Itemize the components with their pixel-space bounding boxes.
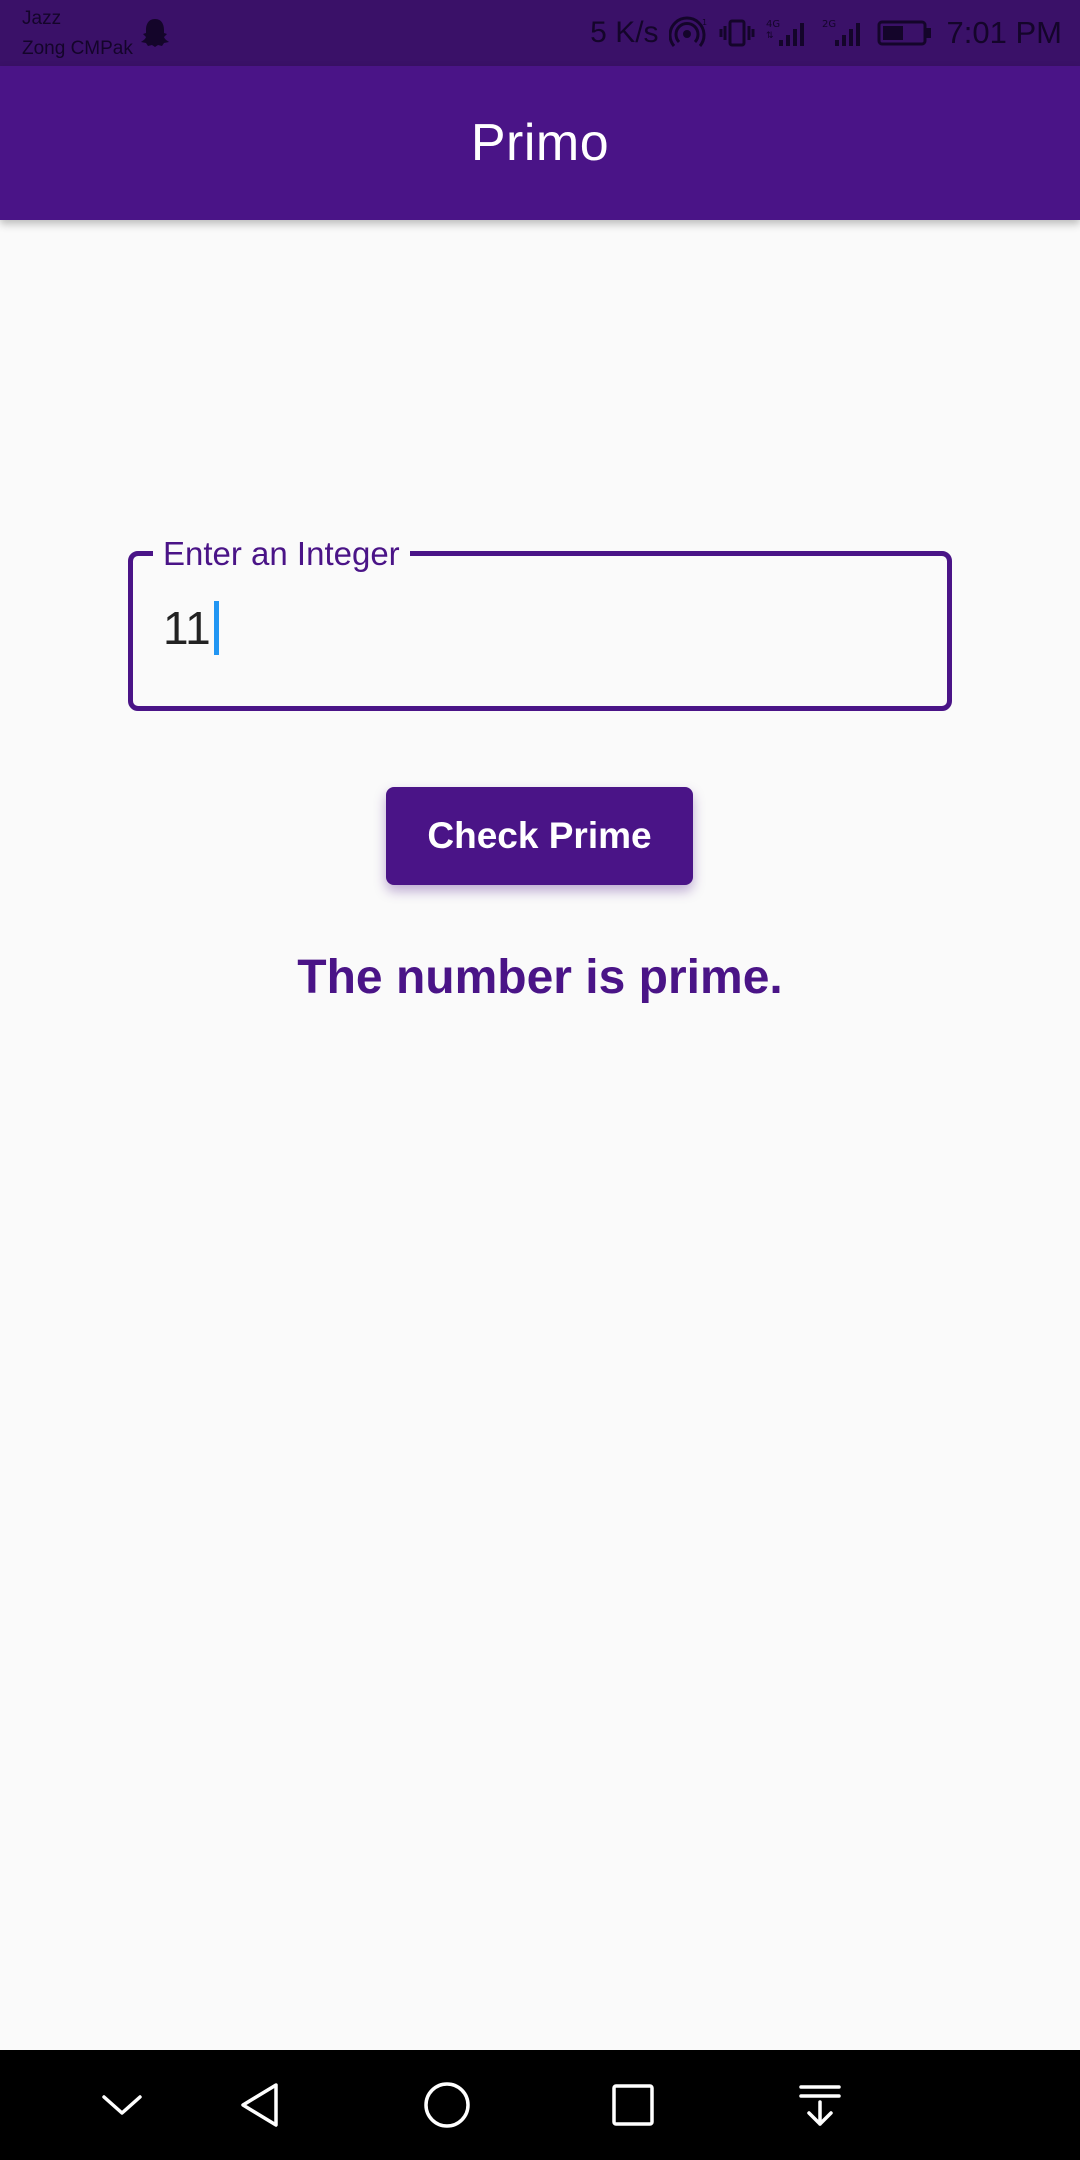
text-cursor <box>213 601 219 655</box>
status-icons: 5 K/s 1 4G ⇅ 2G 7:01 PM <box>590 10 1062 56</box>
status-bar: Jazz Zong CMPak 5 K/s 1 4G ⇅ 2G 7:01 PM <box>0 0 1080 66</box>
notification-pull-icon[interactable] <box>793 2078 847 2132</box>
svg-text:⇅: ⇅ <box>766 31 774 41</box>
input-label: Enter an Integer <box>153 528 410 580</box>
integer-input-field[interactable]: Enter an Integer 11 <box>128 528 952 711</box>
signal-2g-icon: 2G <box>822 19 860 46</box>
chevron-down-icon[interactable] <box>95 2078 149 2132</box>
input-value-container[interactable]: 11 <box>163 598 219 658</box>
app-title: Primo <box>470 114 610 172</box>
hotspot-icon: 1 <box>668 16 707 47</box>
carrier-name-1: Jazz <box>22 8 62 29</box>
navigation-bar <box>0 2050 1080 2160</box>
signal-4g-icon: 4G ⇅ <box>766 19 804 46</box>
network-speed: 5 K/s <box>590 16 659 49</box>
input-value: 11 <box>163 602 211 654</box>
recents-icon[interactable] <box>606 2078 660 2132</box>
screen: Jazz Zong CMPak 5 K/s 1 4G ⇅ 2G 7:01 PM … <box>0 0 1080 2160</box>
svg-text:2G: 2G <box>822 19 836 30</box>
snapchat-ghost-icon <box>141 19 169 47</box>
check-prime-button[interactable]: Check Prime <box>386 787 693 885</box>
result-message: The number is prime. <box>297 951 783 1004</box>
svg-text:4G: 4G <box>766 19 780 30</box>
carrier-name-2: Zong CMPak <box>22 38 133 59</box>
app-bar: Primo <box>0 66 1080 220</box>
battery-icon <box>877 20 931 46</box>
vibrate-icon <box>719 19 755 47</box>
status-time: 7:01 PM <box>946 15 1062 50</box>
back-icon[interactable] <box>233 2078 287 2132</box>
home-icon[interactable] <box>420 2078 474 2132</box>
svg-text:1: 1 <box>702 18 707 27</box>
